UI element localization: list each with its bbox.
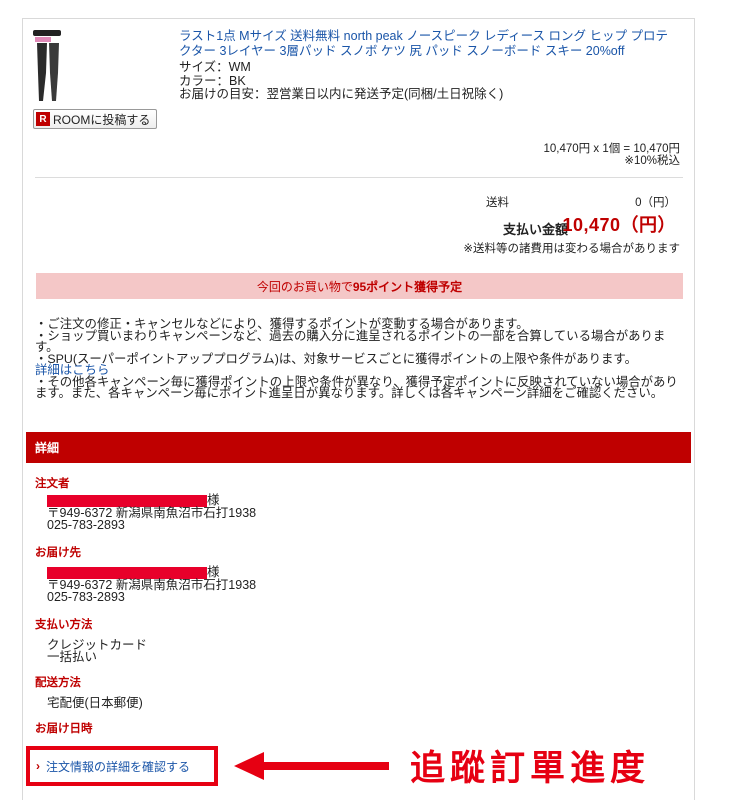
price-calculation: 10,470円 x 1個 = 10,470円 <box>543 143 681 155</box>
note-line: ・SPU(スーパーポイントアッププログラム)は、対象サービスごとに獲得ポイントの… <box>35 351 637 366</box>
payment-method-title: 支払い方法 <box>35 619 93 631</box>
recipient-title: お届け先 <box>35 547 81 559</box>
arrow-left-icon <box>234 752 389 780</box>
recipient-info: 様 〒949-6372 新潟県南魚沼市石打1938 025-783-2893 <box>47 566 256 603</box>
product-meta: サイズ：WM カラー：BK お届けの目安：翌営業日以内に発送予定(同梱/土日祝除… <box>179 60 504 102</box>
payment-plan: 一括払い <box>47 650 98 664</box>
product-thumbnail[interactable] <box>33 29 61 101</box>
brand-logo <box>33 30 61 36</box>
orderer-info: 様 〒949-6372 新潟県南魚沼市石打1938 025-783-2893 <box>47 494 256 531</box>
orderer-address: 〒949-6372 新潟県南魚沼市石打1938 <box>47 505 257 520</box>
product-row: R ROOMに投稿する ラスト1点 Mサイズ 送料無料 north peak ノ… <box>33 29 683 139</box>
chevron-right-icon: › <box>36 759 40 773</box>
price-summary: 10,470円 x 1個 = 10,470円 ※10%税込 <box>544 143 681 167</box>
room-post-button[interactable]: R ROOMに投稿する <box>33 109 158 129</box>
confirm-order-details-link[interactable]: › 注文情報の詳細を確認する <box>26 746 218 786</box>
room-icon: R <box>36 112 50 126</box>
delivery-method: 宅配便(日本郵便) <box>47 696 143 710</box>
recipient-address: 〒949-6372 新潟県南魚沼市石打1938 <box>47 577 257 592</box>
redacted-name <box>47 494 207 507</box>
points-banner: 今回のお買い物で 95ポイント獲得予定 <box>36 273 683 299</box>
product-image-icon <box>37 43 59 101</box>
recipient-phone: 025-783-2893 <box>47 589 125 604</box>
honorific: 様 <box>207 493 220 507</box>
divider <box>35 177 683 178</box>
details-header: 詳細 <box>26 432 691 463</box>
shipping-fee-note: ※送料等の諸費用は変わる場合があります <box>463 243 680 255</box>
orderer-phone: 025-783-2893 <box>47 517 125 532</box>
product-title-link[interactable]: ラスト1点 Mサイズ 送料無料 north peak ノースピーク レディース … <box>179 29 679 59</box>
product-size: サイズ：WM <box>179 60 251 74</box>
product-color: カラー：BK <box>179 73 246 88</box>
payment-method-info: クレジットカード 一括払い <box>47 639 147 664</box>
annotation-text: 追蹤訂單進度 <box>410 749 651 789</box>
shipping-label: 送料 <box>486 197 509 209</box>
delivery-date-title: お届け日時 <box>35 723 93 735</box>
payment-total-value: 10,470（円） <box>562 215 676 235</box>
points-prefix: 今回のお買い物で <box>256 279 353 294</box>
payment-total-label: 支払い金額 <box>502 222 568 237</box>
confirm-order-label: 注文情報の詳細を確認する <box>46 759 191 774</box>
shipping-value: 0（円） <box>635 197 676 209</box>
redacted-name <box>47 566 207 579</box>
order-card: R ROOMに投稿する ラスト1点 Mサイズ 送料無料 north peak ノ… <box>22 18 695 800</box>
room-post-label: ROOMに投稿する <box>53 112 151 127</box>
note-line: ・ショップ買いまわりキャンペーンなど、過去の購入分に進呈されるポイントの一部を合… <box>35 328 666 354</box>
tax-note: ※10%税込 <box>624 155 680 167</box>
points-highlight: 95ポイント獲得予定 <box>352 279 463 294</box>
brand-badge <box>35 37 51 42</box>
orderer-title: 注文者 <box>35 478 70 490</box>
honorific: 様 <box>207 565 220 579</box>
delivery-method-title: 配送方法 <box>35 677 81 689</box>
note-line: ・その他各キャンペーン毎に獲得ポイントの上限や条件が異なり、獲得予定ポイントに反… <box>35 374 678 400</box>
delivery-estimate: お届けの目安：翌営業日以内に発送予定(同梱/土日祝除く) <box>179 87 504 101</box>
points-notes: ・ご注文の修正・キャンセルなどにより、獲得するポイントが変動する場合があります。… <box>35 318 683 400</box>
